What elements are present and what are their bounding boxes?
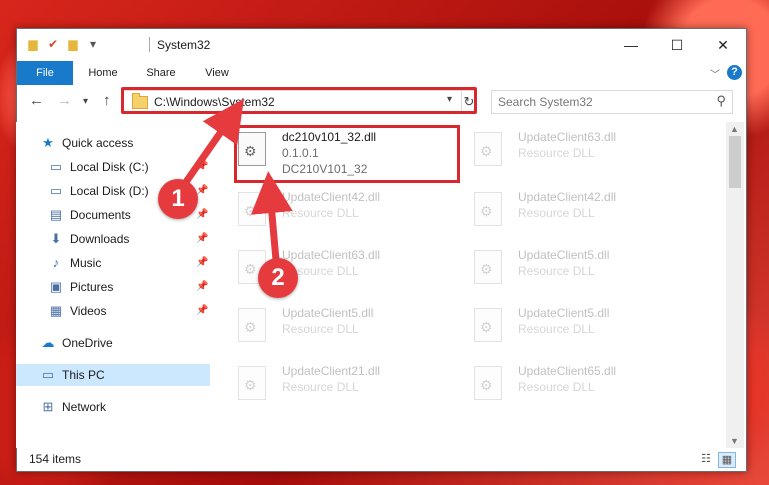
nav-icon: ▭ <box>49 159 63 174</box>
nav-item-onedrive[interactable]: ☁ OneDrive <box>16 332 210 354</box>
nav-icon: ▭ <box>41 367 55 382</box>
step-marker-2: 2 <box>258 258 298 298</box>
file-tile[interactable]: UpdateClient65.dll Resource DLL <box>454 362 674 412</box>
nav-item-label: Music <box>70 256 102 270</box>
scroll-up-icon[interactable]: ▲ <box>730 124 739 134</box>
nav-item-this-pc[interactable]: ▭ This PC <box>16 364 210 386</box>
dll-file-icon <box>474 192 502 226</box>
pin-icon: 📌 <box>196 161 209 172</box>
details-view-icon[interactable]: ☷ <box>698 452 714 466</box>
pin-icon: 📌 <box>196 233 209 244</box>
pin-icon: 📌 <box>196 209 209 220</box>
nav-item-local-disk-c[interactable]: ▭ Local Disk (C:) 📌 <box>16 156 210 178</box>
file-name: UpdateClient21.dll <box>282 364 381 378</box>
file-tile[interactable]: UpdateClient5.dll Resource DLL <box>454 304 674 354</box>
search-icon: ⚲ <box>716 93 726 108</box>
nav-item-label: Local Disk (D:) <box>70 184 149 198</box>
dll-file-icon <box>238 192 266 226</box>
nav-icon: ★ <box>42 135 54 150</box>
file-description: Resource DLL <box>282 322 359 336</box>
nav-item-label: This PC <box>62 368 105 382</box>
search-box[interactable]: Search System32 ⚲ <box>491 90 733 114</box>
file-name: UpdateClient63.dll <box>518 130 617 144</box>
dll-file-icon <box>474 366 502 400</box>
file-tile[interactable]: UpdateClient42.dll Resource DLL <box>454 188 674 238</box>
file-description: Resource DLL <box>518 206 595 220</box>
file-name: UpdateClient5.dll <box>282 306 374 320</box>
nav-item-label: Downloads <box>70 232 130 246</box>
file-description: Resource DLL <box>518 264 595 278</box>
nav-item-label: Documents <box>70 208 131 222</box>
nav-item-downloads[interactable]: ⬇ Downloads 📌 <box>16 228 210 250</box>
window-overlay: C:\Windows\System32 ▾ ↻ Search System32 … <box>16 28 745 470</box>
vertical-scrollbar[interactable]: ▲ ▼ <box>726 122 744 448</box>
nav-icon: ▦ <box>49 303 63 318</box>
step-marker-1: 1 <box>158 179 198 219</box>
item-count: 154 items <box>29 452 82 466</box>
file-tile[interactable]: UpdateClient5.dll Resource DLL <box>454 246 674 296</box>
search-placeholder: Search System32 <box>498 95 593 109</box>
navigation-pane: ★ Quick access ▭ Local Disk (C:) 📌 ▭ Local Dis… <box>16 122 210 448</box>
file-name: UpdateClient65.dll <box>518 364 617 378</box>
file-name: UpdateClient63.dll <box>282 248 381 262</box>
pin-icon: 📌 <box>196 257 209 268</box>
nav-item-quick-access[interactable]: ★ Quick access <box>16 132 210 154</box>
dll-file-icon <box>474 308 502 342</box>
nav-icon: ▭ <box>49 183 63 198</box>
nav-icon: ⊞ <box>42 399 54 414</box>
file-tile[interactable]: UpdateClient42.dll Resource DLL <box>218 188 438 238</box>
file-description: Resource DLL <box>518 146 595 160</box>
nav-item-label: OneDrive <box>62 336 113 350</box>
file-highlight <box>234 125 460 183</box>
file-description: Resource DLL <box>282 206 359 220</box>
scrollbar-thumb[interactable] <box>729 136 741 188</box>
nav-item-pictures[interactable]: ▣ Pictures 📌 <box>16 276 210 298</box>
address-bar-highlight <box>121 87 477 114</box>
pin-icon: 📌 <box>196 281 209 292</box>
nav-icon: ♪ <box>52 255 60 270</box>
nav-item-music[interactable]: ♪ Music 📌 <box>16 252 210 274</box>
nav-item-network[interactable]: ⊞ Network <box>16 396 210 418</box>
file-tile[interactable]: UpdateClient21.dll Resource DLL <box>218 362 438 412</box>
pin-icon: 📌 <box>196 305 209 316</box>
dll-file-icon <box>474 250 502 284</box>
nav-icon: ▣ <box>49 279 63 294</box>
file-tile[interactable]: UpdateClient5.dll Resource DLL <box>218 304 438 354</box>
nav-item-label: Quick access <box>62 136 134 150</box>
nav-item-label: Local Disk (C:) <box>70 160 149 174</box>
nav-icon: ☁ <box>41 335 55 350</box>
file-name: UpdateClient42.dll <box>518 190 617 204</box>
file-name: UpdateClient42.dll <box>282 190 381 204</box>
file-name: UpdateClient5.dll <box>518 248 610 262</box>
file-tile[interactable]: UpdateClient63.dll Resource DLL <box>454 128 674 178</box>
nav-item-label: Pictures <box>70 280 114 294</box>
nav-icon: ⬇ <box>50 231 62 246</box>
dll-file-icon <box>238 308 266 342</box>
file-description: Resource DLL <box>518 322 595 336</box>
dll-file-icon <box>238 366 266 400</box>
file-name: UpdateClient5.dll <box>518 306 610 320</box>
nav-icon: ▤ <box>49 207 63 222</box>
dll-file-icon <box>474 132 502 166</box>
nav-item-label: Network <box>62 400 107 414</box>
scroll-down-icon[interactable]: ▼ <box>730 436 739 446</box>
large-icons-view-icon[interactable]: ▦ <box>718 452 736 468</box>
file-description: Resource DLL <box>518 380 595 394</box>
nav-item-label: Videos <box>70 304 107 318</box>
status-bar: 154 items ☷ ▦ <box>16 448 745 470</box>
file-tile[interactable]: UpdateClient63.dllResource DLL <box>218 246 438 296</box>
nav-item-videos[interactable]: ▦ Videos 📌 <box>16 300 210 322</box>
file-description: Resource DLL <box>282 380 359 394</box>
